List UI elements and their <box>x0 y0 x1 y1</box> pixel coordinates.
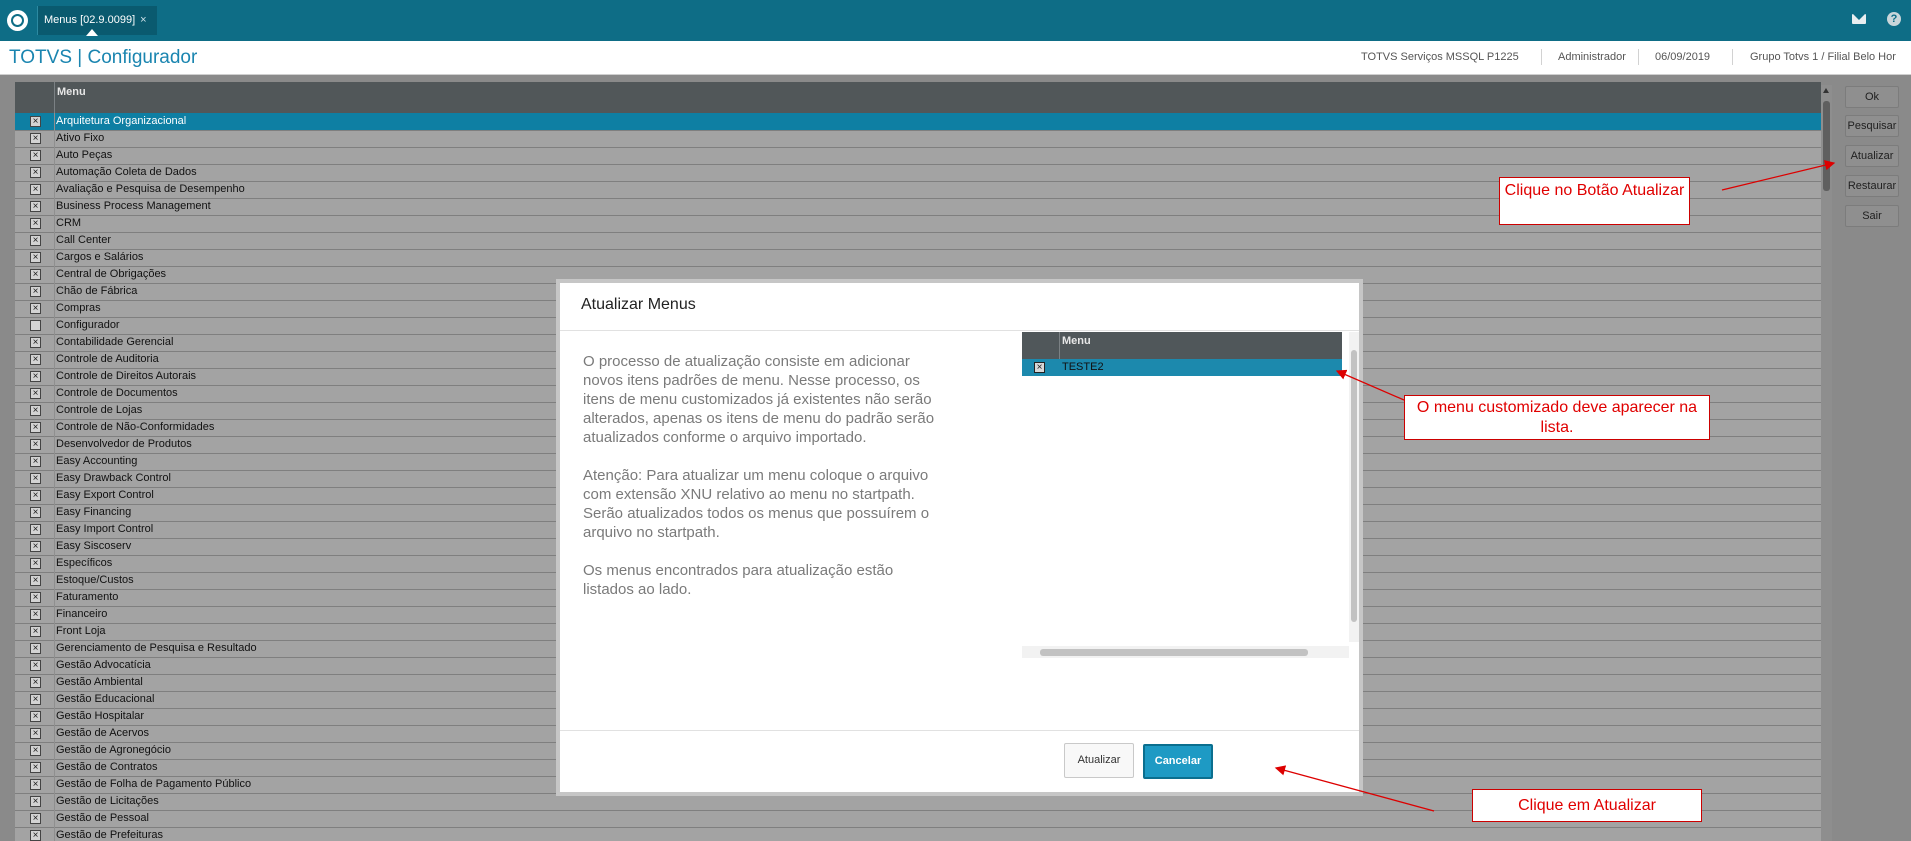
arrow-to-atualizar-button <box>1721 160 1836 191</box>
callout-arrows <box>1274 160 1836 812</box>
arrow-to-cancel-button <box>1274 765 1435 812</box>
arrow-to-dialog-row <box>1335 369 1405 401</box>
